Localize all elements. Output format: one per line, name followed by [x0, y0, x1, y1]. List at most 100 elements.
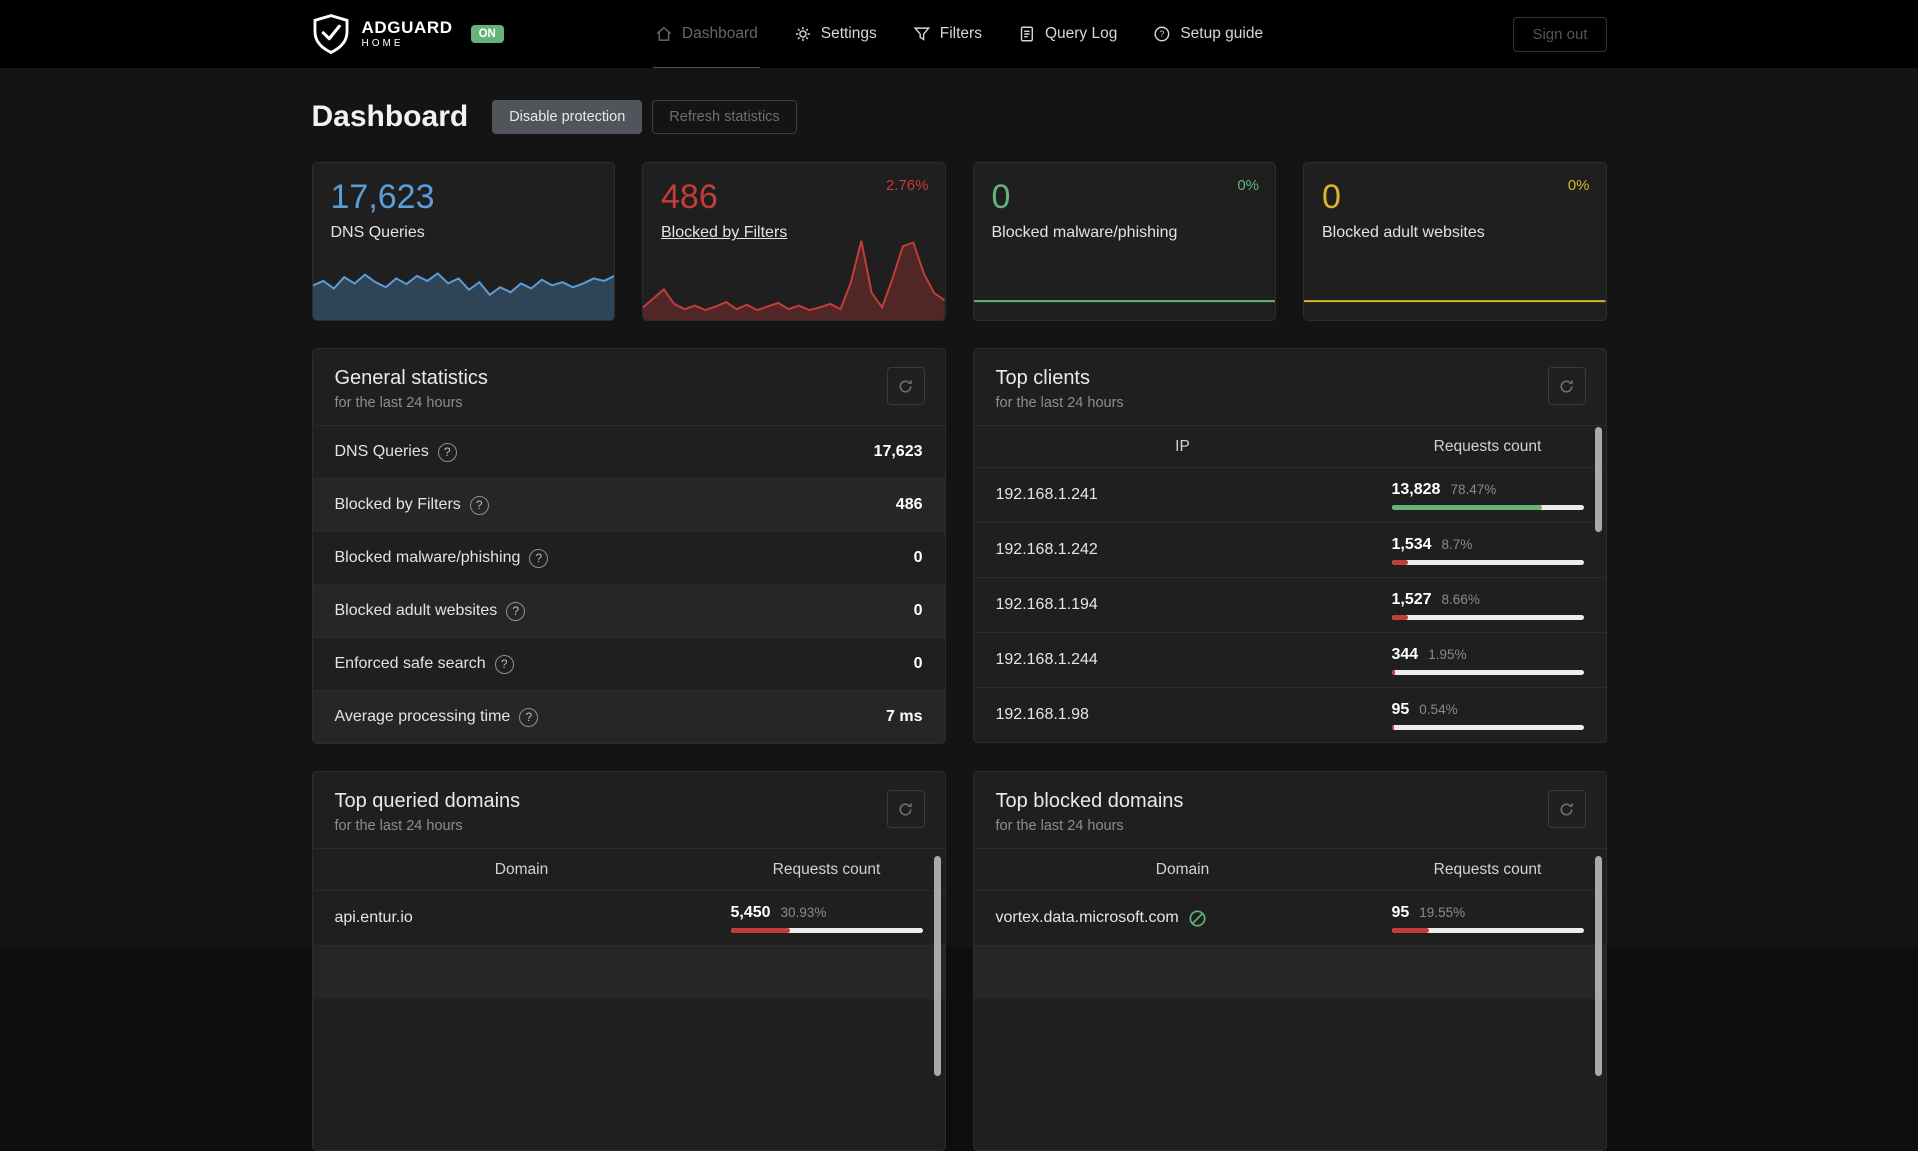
- refresh-card-button[interactable]: [886, 790, 925, 828]
- requests-percent: 8.66%: [1441, 591, 1480, 607]
- shield-logo-icon: [313, 14, 348, 54]
- stat-value: 17,623: [330, 178, 435, 216]
- middle-cards-row: General statistics for the last 24 hours…: [311, 348, 1607, 744]
- card-title: Top queried domains: [334, 790, 521, 812]
- nav-label: Settings: [820, 25, 877, 42]
- refresh-statistics-button[interactable]: Refresh statistics: [652, 100, 797, 134]
- stat-label: Blocked malware/phishing: [991, 224, 1178, 242]
- client-ip: 192.168.1.194: [995, 596, 1098, 613]
- stat-label-link[interactable]: Blocked by Filters: [661, 224, 927, 242]
- help-icon[interactable]: [506, 601, 526, 621]
- refresh-icon: [1560, 802, 1573, 816]
- client-ip: 192.168.1.244: [995, 651, 1098, 668]
- help-circle-icon: ?: [1154, 26, 1170, 42]
- stat-label: Blocked adult websites: [1322, 224, 1485, 242]
- stat-row-value: 0: [913, 602, 923, 619]
- requests-count: 13,828: [1391, 480, 1441, 498]
- home-icon: [656, 26, 672, 41]
- disable-protection-button[interactable]: Disable protection: [492, 100, 643, 134]
- column-header-requests: Requests count: [772, 860, 881, 878]
- requests-count: 344: [1391, 645, 1419, 663]
- requests-count: 1,527: [1391, 590, 1432, 608]
- client-row: 192.168.1.194 1,527 8.66%: [973, 577, 1606, 632]
- stat-row-value: 0: [913, 549, 923, 566]
- blocked-domain-icon: [1188, 909, 1207, 928]
- table-header: Domain Requests count: [312, 848, 945, 890]
- adguard-logo: ADGUARD HOME ON: [312, 13, 504, 55]
- svg-text:?: ?: [1160, 29, 1165, 39]
- scrollbar-thumb[interactable]: [1594, 856, 1602, 1076]
- requests-percent: 8.7%: [1441, 536, 1473, 552]
- nav-label: Filters: [939, 25, 982, 42]
- card-title: Top clients: [995, 367, 1091, 389]
- column-header-ip: IP: [1175, 437, 1190, 455]
- top-clients-card: Top clients for the last 24 hours IP Req…: [972, 348, 1607, 743]
- card-subtitle: for the last 24 hours: [995, 395, 1124, 411]
- scrollbar-thumb[interactable]: [933, 856, 941, 1076]
- table-header: Domain Requests count: [973, 848, 1606, 890]
- main-nav: Dashboard Settings Filters Query Log ? S…: [652, 0, 1263, 68]
- domain-row: [312, 945, 945, 999]
- general-statistics-table: DNS Queries 17,623 Blocked by Filters 48…: [312, 425, 945, 743]
- help-icon[interactable]: [437, 442, 457, 462]
- top-blocked-table: Domain Requests count vortex.data.micros…: [973, 848, 1606, 999]
- help-icon[interactable]: [519, 707, 539, 727]
- stat-row-label: Blocked adult websites: [334, 602, 498, 619]
- column-header-requests: Requests count: [1433, 860, 1542, 878]
- card-subtitle: for the last 24 hours: [334, 818, 463, 834]
- help-icon[interactable]: [469, 495, 489, 515]
- requests-percent: 78.47%: [1450, 481, 1497, 497]
- refresh-card-button[interactable]: [1547, 367, 1586, 405]
- refresh-icon: [899, 379, 912, 393]
- client-row: 192.168.1.241 13,828 78.47%: [973, 467, 1606, 522]
- dashboard-page: Dashboard Disable protection Refresh sta…: [311, 100, 1607, 1151]
- blocked-malware-sparkline: [974, 250, 1276, 320]
- scrollbar-thumb[interactable]: [1594, 427, 1602, 532]
- refresh-card-button[interactable]: [1547, 790, 1586, 828]
- stat-cards-row: 17,623 DNS Queries 486 2.76% Blocked by …: [311, 162, 1607, 321]
- column-header-requests: Requests count: [1433, 437, 1542, 455]
- sign-out-button[interactable]: Sign out: [1513, 16, 1607, 52]
- nav-item-setup-guide[interactable]: ? Setup guide: [1153, 25, 1263, 43]
- stat-row-value: 0: [913, 655, 923, 672]
- stat-row-label: Blocked malware/phishing: [334, 549, 521, 566]
- stats-row: Blocked by Filters 486: [312, 478, 945, 531]
- client-row: 192.168.1.98 95 0.54%: [973, 687, 1606, 742]
- requests-count: 5,450: [730, 903, 771, 921]
- stats-row: Average processing time 7 ms: [312, 690, 945, 743]
- client-ip: 192.168.1.242: [995, 541, 1098, 558]
- bar-fill: [1391, 669, 1396, 675]
- card-title: General statistics: [334, 367, 488, 389]
- top-blocked-domains-card: Top blocked domains for the last 24 hour…: [972, 771, 1607, 1151]
- requests-count: 95: [1391, 700, 1410, 718]
- blocked-adult-sparkline: [1304, 250, 1606, 320]
- requests-percent: 1.95%: [1428, 646, 1467, 662]
- top-navigation-bar: ADGUARD HOME ON Dashboard Settings Filte…: [0, 0, 1918, 68]
- help-icon[interactable]: [529, 548, 549, 568]
- bottom-cards-row: Top queried domains for the last 24 hour…: [311, 771, 1607, 1151]
- general-statistics-card: General statistics for the last 24 hours…: [311, 348, 946, 744]
- page-header: Dashboard Disable protection Refresh sta…: [312, 100, 1607, 134]
- nav-label: Dashboard: [681, 25, 758, 42]
- nav-item-query-log[interactable]: Query Log: [1018, 25, 1117, 43]
- nav-item-settings[interactable]: Settings: [794, 25, 877, 43]
- stats-row: Blocked adult websites 0: [312, 584, 945, 637]
- progress-bar: [1391, 559, 1584, 565]
- nav-label: Setup guide: [1180, 25, 1264, 42]
- page-title: Dashboard: [311, 100, 469, 133]
- stat-label: DNS Queries: [330, 224, 425, 242]
- stat-row-label: Blocked by Filters: [334, 496, 461, 513]
- client-row: 192.168.1.242 1,534 8.7%: [973, 522, 1606, 577]
- refresh-card-button[interactable]: [886, 367, 925, 405]
- nav-item-filters[interactable]: Filters: [913, 25, 982, 43]
- top-clients-table: IP Requests count 192.168.1.241 13,828 78…: [973, 425, 1606, 742]
- stats-row: Enforced safe search 0: [312, 637, 945, 690]
- nav-item-dashboard[interactable]: Dashboard: [652, 25, 760, 68]
- funnel-icon: [913, 27, 931, 41]
- requests-count: 1,534: [1391, 535, 1432, 553]
- help-icon[interactable]: [494, 654, 514, 674]
- card-subtitle: for the last 24 hours: [995, 818, 1124, 834]
- progress-bar: [1391, 504, 1584, 510]
- protection-status-badge: ON: [470, 25, 504, 43]
- requests-percent: 30.93%: [780, 904, 827, 920]
